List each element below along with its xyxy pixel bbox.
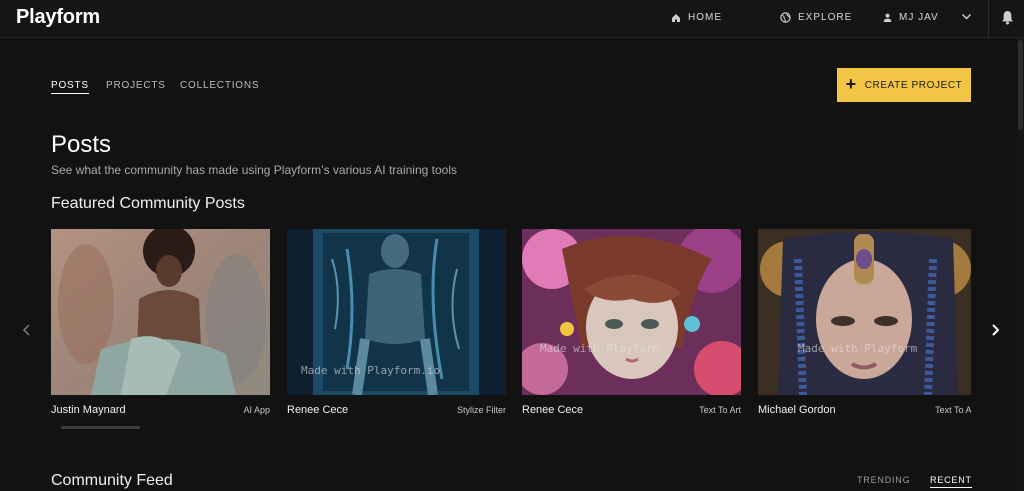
featured-post-card[interactable]: Made with Playform.io Renee Cece Stylize…: [287, 229, 506, 417]
post-tool-label: Stylize Filter: [456, 405, 506, 415]
page-subtitle: See what the community has made using Pl…: [51, 163, 457, 177]
tab-posts[interactable]: POSTS: [51, 80, 89, 94]
tab-collections[interactable]: COLLECTIONS: [180, 80, 259, 91]
featured-section-title: Featured Community Posts: [51, 195, 245, 212]
post-author[interactable]: Renee Cece: [287, 404, 348, 416]
post-tool-label: AI App: [243, 405, 270, 415]
create-project-button[interactable]: + CREATE PROJECT: [837, 68, 971, 102]
nav-home[interactable]: HOME: [671, 12, 722, 23]
post-tool-label: Text To Art: [935, 405, 971, 415]
watermark-text: Made with Playform: [540, 342, 660, 355]
tab-trending[interactable]: TRENDING: [857, 475, 910, 485]
create-project-label: CREATE PROJECT: [864, 79, 963, 91]
community-feed-title: Community Feed: [51, 472, 173, 489]
post-artwork-image[interactable]: Made with Playform.io: [287, 229, 506, 395]
nav-explore[interactable]: EXPLORE: [780, 12, 852, 23]
top-navigation-bar: Playform HOME EXPLORE MJ JAV: [0, 0, 1024, 38]
home-icon: [672, 13, 680, 22]
featured-post-card[interactable]: Made with Playform Renee Cece Text To Ar…: [522, 229, 741, 417]
post-author[interactable]: Michael Gordon: [758, 404, 836, 416]
post-artwork-image[interactable]: [51, 229, 270, 395]
featured-post-card[interactable]: Made with Playform Michael Gordon Text T…: [758, 229, 971, 417]
plus-icon: +: [845, 74, 857, 94]
watermark-text: Made with Playform.io: [301, 364, 441, 377]
post-tool-label: Text To Art: [699, 405, 741, 415]
user-icon: [883, 13, 892, 22]
topbar-divider: [988, 0, 989, 38]
nav-user-menu[interactable]: MJ JAV: [883, 12, 939, 23]
carousel-next-arrow-icon[interactable]: [988, 322, 1002, 338]
user-name: MJ JAV: [899, 12, 939, 23]
post-artwork-image[interactable]: Made with Playform: [758, 229, 971, 395]
playform-logo[interactable]: Playform: [16, 6, 100, 29]
tab-recent[interactable]: RECENT: [930, 475, 972, 488]
nav-home-label: HOME: [688, 12, 722, 23]
bell-icon[interactable]: [1001, 10, 1014, 25]
carousel-prev-arrow-icon[interactable]: [20, 322, 34, 338]
watermark-text: Made with Playform: [798, 342, 918, 355]
page-scrollbar-thumb[interactable]: [1018, 40, 1023, 130]
nav-explore-label: EXPLORE: [798, 12, 853, 23]
post-artwork-image[interactable]: Made with Playform: [522, 229, 741, 395]
globe-icon: [780, 12, 791, 23]
post-author[interactable]: Renee Cece: [522, 404, 583, 416]
tab-projects[interactable]: PROJECTS: [106, 80, 166, 91]
featured-post-card[interactable]: Justin Maynard AI App: [51, 229, 270, 417]
carousel-scroll-indicator[interactable]: [61, 426, 140, 429]
page-title: Posts: [51, 131, 112, 158]
chevron-down-icon[interactable]: [961, 12, 972, 21]
post-author[interactable]: Justin Maynard: [51, 404, 126, 416]
